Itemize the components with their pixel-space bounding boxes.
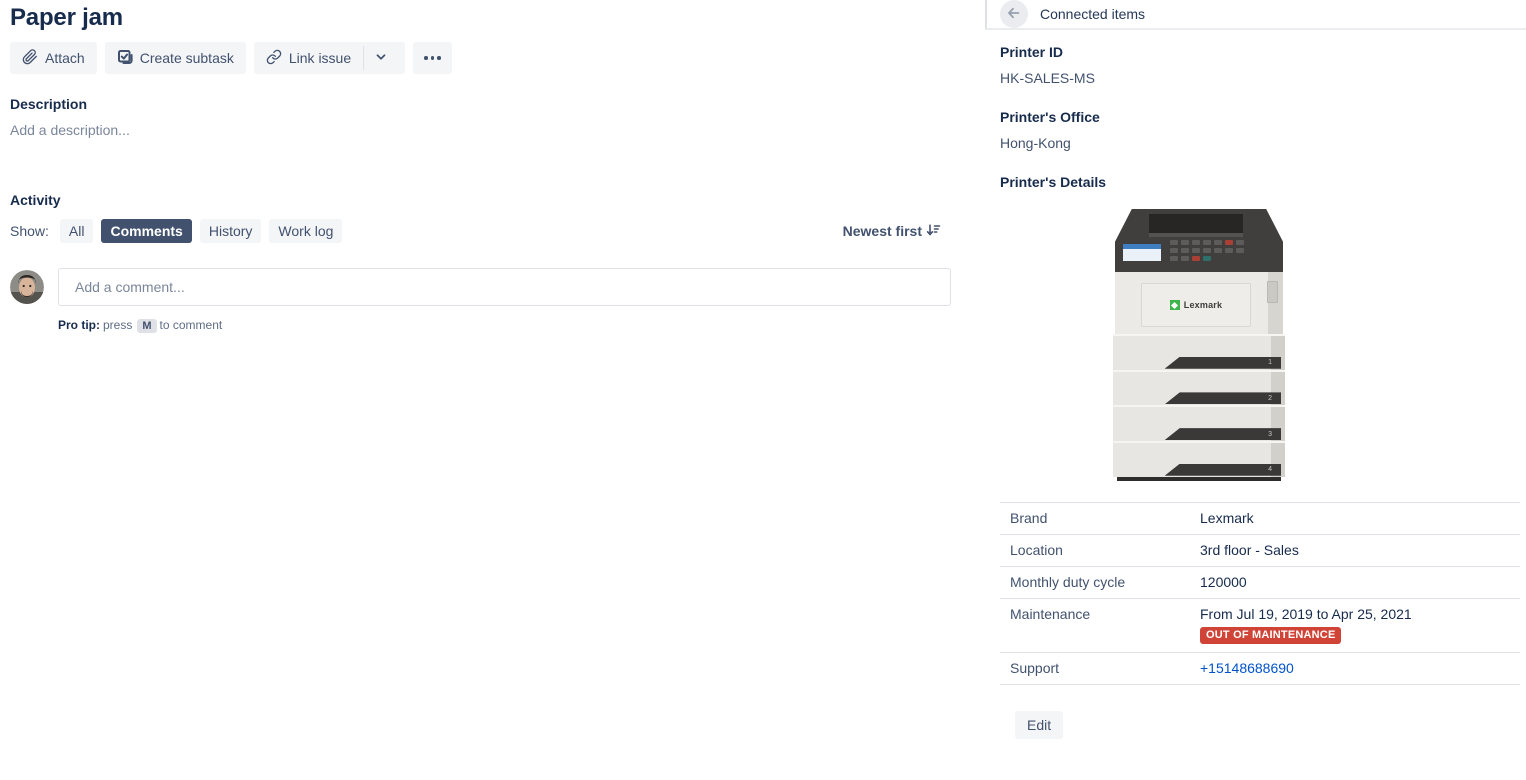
link-issue-dropdown-button[interactable] (364, 42, 405, 74)
link-issue-button-label: Link issue (289, 50, 351, 66)
row-value: 3rd floor - Sales (1200, 542, 1299, 558)
support-phone-link[interactable]: +15148688690 (1200, 660, 1294, 676)
create-subtask-button[interactable]: Create subtask (105, 42, 246, 74)
tray-number: 3 (1268, 431, 1272, 438)
activity-filter-row: Show: All Comments History Work log Newe… (10, 219, 951, 243)
printer-details-label: Printer's Details (1000, 174, 1520, 190)
printer-body: Lexmark (1115, 272, 1283, 334)
filter-tab-history[interactable]: History (200, 219, 262, 243)
row-label: Location (1000, 542, 1200, 558)
table-row: Support +15148688690 (1000, 653, 1520, 685)
description-placeholder[interactable]: Add a description... (10, 122, 951, 138)
sort-order-control[interactable]: Newest first (843, 222, 941, 241)
printer-details-field: Printer's Details (1000, 174, 1520, 190)
pro-tip: Pro tip:press Mto comment (58, 318, 951, 333)
printer-tray-1: 1 (1113, 334, 1285, 370)
printer-base (1117, 477, 1281, 481)
more-actions-button[interactable] (413, 42, 452, 74)
row-label: Support (1000, 660, 1200, 676)
attach-button-label: Attach (45, 50, 85, 66)
add-comment-row (10, 268, 951, 306)
edit-button[interactable]: Edit (1015, 711, 1063, 739)
panel-body: Printer ID HK-SALES-MS Printer's Office … (985, 44, 1526, 739)
description-heading: Description (10, 96, 951, 112)
printer-display (1123, 244, 1161, 261)
sort-descending-icon (922, 222, 941, 241)
back-button[interactable] (1000, 0, 1028, 28)
pro-tip-key: M (137, 319, 156, 333)
connected-items-header: Connected items (985, 0, 1526, 30)
row-label: Brand (1000, 510, 1200, 526)
tray-number: 4 (1268, 466, 1272, 473)
printer-photo: Lexmark 1 2 3 4 (1113, 209, 1285, 481)
pro-tip-press: press (103, 318, 132, 332)
row-value: From Jul 19, 2019 to Apr 25, 2021 (1200, 606, 1412, 622)
printer-office-field: Printer's Office Hong-Kong (1000, 109, 1520, 151)
status-badge: OUT OF MAINTENANCE (1200, 627, 1341, 644)
printer-office-label: Printer's Office (1000, 109, 1520, 125)
printer-id-field: Printer ID HK-SALES-MS (1000, 44, 1520, 86)
printer-front-door: Lexmark (1141, 283, 1251, 327)
table-row: Location 3rd floor - Sales (1000, 535, 1520, 567)
sort-order-label: Newest first (843, 223, 922, 239)
printer-side-button (1267, 281, 1278, 303)
paperclip-icon (22, 49, 45, 68)
tray-number: 2 (1268, 395, 1272, 402)
subtask-icon (117, 49, 140, 68)
link-icon (266, 49, 289, 68)
row-label: Monthly duty cycle (1000, 574, 1200, 590)
printer-output-tray (1149, 214, 1243, 237)
arrow-left-icon (1006, 5, 1022, 24)
lexmark-diamond-icon (1170, 300, 1180, 310)
printer-keypad (1170, 240, 1250, 267)
printer-trays: 1 2 3 4 (1113, 334, 1285, 477)
table-row: Monthly duty cycle 120000 (1000, 567, 1520, 599)
printer-tray-4: 4 (1113, 441, 1285, 477)
printer-details-table: Brand Lexmark Location 3rd floor - Sales… (1000, 502, 1520, 685)
maintenance-value-cell: From Jul 19, 2019 to Apr 25, 2021 OUT OF… (1200, 606, 1412, 644)
printer-id-value: HK-SALES-MS (1000, 70, 1520, 86)
row-value: 120000 (1200, 574, 1247, 590)
printer-control-panel (1115, 209, 1283, 272)
printer-id-label: Printer ID (1000, 44, 1520, 60)
filter-tab-worklog[interactable]: Work log (269, 219, 342, 243)
show-label: Show: (10, 223, 49, 239)
attach-button[interactable]: Attach (10, 42, 97, 74)
link-issue-button[interactable]: Link issue (254, 42, 363, 74)
printer-tray-3: 3 (1113, 405, 1285, 441)
link-issue-split-button: Link issue (254, 42, 405, 74)
chevron-down-icon (374, 50, 395, 67)
pro-tip-prefix: Pro tip: (58, 318, 100, 332)
avatar[interactable] (10, 270, 44, 304)
page-title: Paper jam (10, 4, 951, 32)
more-icon (424, 56, 441, 60)
create-subtask-button-label: Create subtask (140, 50, 234, 66)
main-column: Paper jam Attach Create subtask (10, 0, 951, 333)
filter-tab-all[interactable]: All (60, 219, 94, 243)
printer-office-value: Hong-Kong (1000, 135, 1520, 151)
row-label: Maintenance (1000, 606, 1200, 622)
printer-brand-logo: Lexmark (1170, 300, 1222, 310)
pro-tip-suffix: to comment (160, 318, 223, 332)
issue-toolbar: Attach Create subtask Link issue (10, 42, 951, 74)
connected-items-panel: Connected items Printer ID HK-SALES-MS P… (985, 0, 1526, 780)
printer-tray-2: 2 (1113, 370, 1285, 406)
comment-input[interactable] (58, 268, 951, 306)
table-row: Brand Lexmark (1000, 502, 1520, 535)
panel-title: Connected items (1040, 6, 1145, 22)
printer-logo-text: Lexmark (1184, 300, 1222, 310)
table-row: Maintenance From Jul 19, 2019 to Apr 25,… (1000, 599, 1520, 653)
tray-number: 1 (1268, 359, 1272, 366)
filter-tab-comments[interactable]: Comments (101, 219, 191, 243)
row-value: Lexmark (1200, 510, 1254, 526)
issue-view: Paper jam Attach Create subtask (0, 0, 1526, 780)
activity-heading: Activity (10, 192, 951, 208)
